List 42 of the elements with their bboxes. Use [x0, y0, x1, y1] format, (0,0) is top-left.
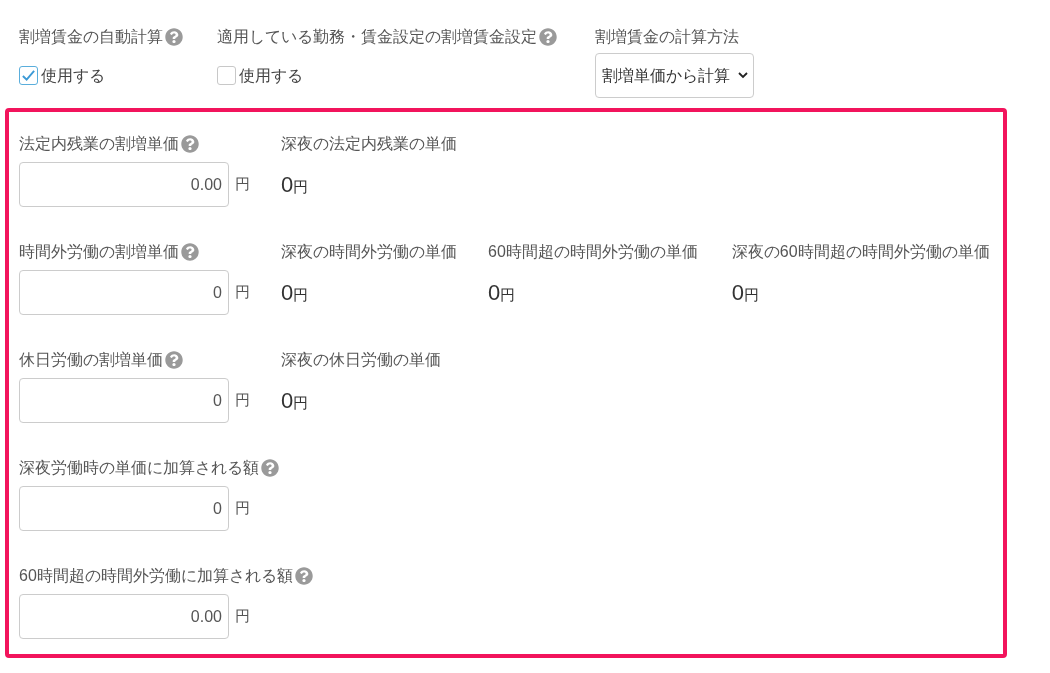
field-label: 深夜労働時の単価に加算される額	[19, 458, 259, 478]
field-label: 法定内残業の割増単価	[19, 134, 179, 154]
checkbox[interactable]	[217, 66, 236, 85]
dropdown[interactable]: 割増単価から計算	[595, 53, 754, 98]
help-icon[interactable]	[181, 243, 199, 261]
help-icon[interactable]	[294, 567, 313, 585]
field-label: 深夜の休日労働の単価	[281, 350, 441, 370]
unit-label: 円	[235, 282, 250, 303]
field-label: 60時間超の時間外労働の単価	[488, 242, 698, 262]
field-label: 深夜の60時間超の時間外労働の単価	[731, 242, 990, 262]
amount-input[interactable]: 0	[19, 378, 229, 423]
field-label: 割増賃金の計算方法	[595, 27, 739, 47]
field-label: 深夜の時間外労働の単価	[281, 242, 457, 262]
amount-value: 0円	[281, 171, 309, 199]
checkmark-icon	[21, 68, 36, 83]
help-icon[interactable]	[539, 28, 557, 46]
field-label: 深夜の法定内残業の単価	[281, 134, 457, 154]
unit-label: 円	[235, 498, 250, 519]
help-icon[interactable]	[165, 351, 183, 369]
unit-label: 円	[235, 174, 250, 195]
amount-value: 0円	[281, 387, 309, 415]
checkbox-label[interactable]: 使用する	[239, 63, 303, 88]
checkbox-label[interactable]: 使用する	[41, 63, 105, 88]
help-icon[interactable]	[165, 28, 183, 46]
checkbox[interactable]	[19, 66, 38, 85]
help-icon[interactable]	[261, 459, 279, 477]
unit-label: 円	[235, 390, 250, 411]
amount-input[interactable]: 0.00	[19, 594, 229, 639]
amount-input[interactable]: 0.00	[19, 162, 229, 207]
amount-input[interactable]: 0	[19, 486, 229, 531]
amount-value: 0円	[281, 279, 309, 307]
help-icon[interactable]	[181, 135, 199, 153]
chevron-down-icon	[738, 72, 748, 79]
field-label: 60時間超の時間外労働に加算される額	[19, 566, 293, 586]
field-label: 時間外労働の割増単価	[19, 242, 179, 262]
field-label: 休日労働の割増単価	[19, 350, 163, 370]
amount-input[interactable]: 0	[19, 270, 229, 315]
amount-value: 0円	[731, 279, 760, 307]
amount-value: 0円	[488, 279, 516, 307]
field-label: 割増賃金の自動計算	[19, 27, 163, 47]
unit-label: 円	[235, 606, 250, 627]
field-label: 適用している勤務・賃金設定の割増賃金設定	[217, 27, 537, 47]
